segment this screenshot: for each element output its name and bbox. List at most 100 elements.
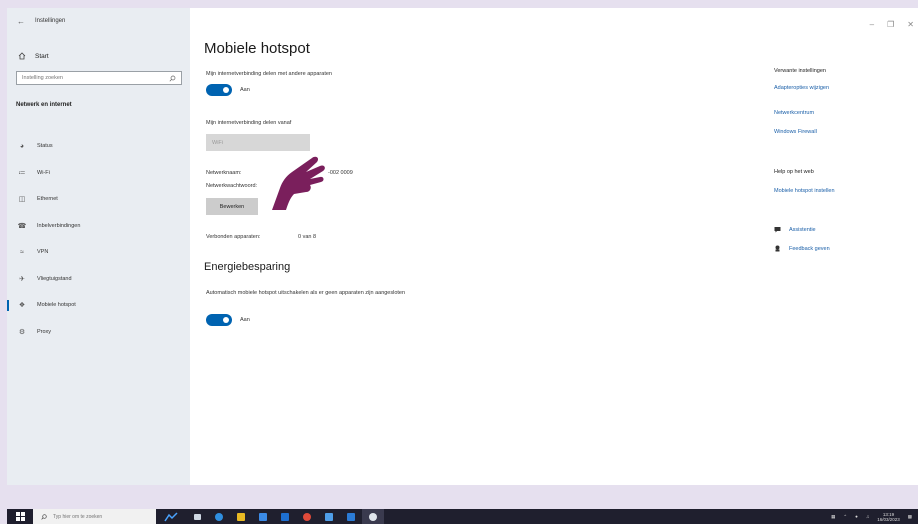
globe-icon: ◕ xyxy=(19,142,25,150)
sidebar-item-label: Status xyxy=(37,143,53,150)
ethernet-icon: ◫ xyxy=(18,196,26,204)
sidebar-item-label: Start xyxy=(35,52,49,60)
taskbar: ▦ ⌃ ● ♫ 13:19 16/03/2023 ▩ xyxy=(7,509,918,524)
feedback-icon xyxy=(775,245,780,252)
chat-icon xyxy=(774,227,781,233)
share-label: Mijn internetverbinding delen met andere… xyxy=(206,71,332,77)
sidebar-item-proxy[interactable]: ⚙ Proxy xyxy=(7,319,190,346)
mail-icon xyxy=(281,512,289,521)
toggle-switch[interactable] xyxy=(206,84,232,96)
sidebar-item-label: Vliegtuigstand xyxy=(37,275,72,282)
sidebar-item-ethernet[interactable]: ◫ Ethernet xyxy=(7,186,190,213)
taskbar-clock[interactable]: 13:19 16/03/2023 xyxy=(877,512,900,522)
edit-button[interactable]: Bewerken xyxy=(206,198,258,215)
sidebar-item-home[interactable]: Start xyxy=(18,52,49,60)
sidebar-item-wifi[interactable]: ≔ Wi-Fi xyxy=(7,160,190,187)
main-content: – ❐ ✕ Mobiele hotspot Mijn internetverbi… xyxy=(190,8,918,485)
taskbar-app-photos[interactable] xyxy=(340,509,362,524)
home-icon xyxy=(18,52,26,60)
link-setup-hotspot[interactable]: Mobiele hotspot instellen xyxy=(774,188,835,194)
page-title: Mobiele hotspot xyxy=(204,40,310,57)
settings-search-input[interactable] xyxy=(22,75,169,81)
cortana-button[interactable] xyxy=(156,509,186,524)
notifications-icon[interactable]: ▩ xyxy=(908,514,912,520)
toggle-switch[interactable] xyxy=(206,314,232,326)
sidebar-item-label: VPN xyxy=(37,249,49,256)
task-view-button[interactable] xyxy=(186,509,208,524)
sidebar-item-label: Proxy xyxy=(37,328,52,335)
airplane-icon: ✈ xyxy=(19,275,25,283)
sidebar: ← Instellingen Start Netwerk en internet… xyxy=(7,8,190,485)
clock-date: 16/03/2023 xyxy=(877,516,900,522)
sidebar-item-label: Mobiele hotspot xyxy=(37,302,76,309)
title-bar: ← Instellingen xyxy=(17,14,65,28)
maximize-icon[interactable]: ❐ xyxy=(887,20,894,29)
network-name-label: Netwerknaam: xyxy=(206,170,242,176)
connected-devices-label: Verbonden apparaten: xyxy=(206,234,261,240)
sidebar-section-title: Netwerk en internet xyxy=(16,102,72,108)
dialup-icon: ☎ xyxy=(17,222,27,230)
feedback-label: Feedback geven xyxy=(789,245,830,252)
tray-chevron-up-icon[interactable]: ⌃ xyxy=(843,514,847,520)
link-windows-firewall[interactable]: Windows Firewall xyxy=(774,129,817,135)
network-name-value: -002 0009 xyxy=(328,170,353,176)
task-view-icon xyxy=(193,513,201,520)
minimize-icon[interactable]: – xyxy=(870,20,874,29)
edge-icon xyxy=(215,512,223,521)
sidebar-nav: ◕ Status ≔ Wi-Fi ◫ Ethernet ☎ Inbelverbi… xyxy=(7,133,190,345)
energy-saving-toggle[interactable]: Aan xyxy=(206,314,250,326)
store-icon xyxy=(259,512,267,521)
search-icon xyxy=(41,513,47,520)
feedback-link[interactable]: Feedback geven xyxy=(774,245,830,252)
wifi-icon: ≔ xyxy=(18,169,26,177)
sidebar-item-status[interactable]: ◕ Status xyxy=(7,133,190,160)
network-icon xyxy=(325,512,333,521)
assistance-label: Assistentie xyxy=(789,226,816,233)
tray-network-icon[interactable]: ● xyxy=(855,514,858,519)
taskbar-app-store[interactable] xyxy=(252,509,274,524)
taskbar-apps xyxy=(186,509,384,524)
taskbar-app-edge[interactable] xyxy=(208,509,230,524)
start-button[interactable] xyxy=(7,509,33,524)
proxy-icon: ⚙ xyxy=(18,328,26,336)
sidebar-item-label: Wi-Fi xyxy=(37,169,50,176)
share-toggle[interactable]: Aan xyxy=(206,84,250,96)
vpn-icon: ≈ xyxy=(20,248,24,256)
system-tray: ▦ ⌃ ● ♫ 13:19 16/03/2023 ▩ xyxy=(831,509,912,524)
window-title: Instellingen xyxy=(35,18,66,24)
dropdown-value: WiFi xyxy=(212,139,223,146)
settings-search-box[interactable] xyxy=(16,71,182,85)
hotspot-icon: ❖ xyxy=(18,302,26,310)
close-icon[interactable]: ✕ xyxy=(907,20,914,29)
sidebar-item-dialup[interactable]: ☎ Inbelverbindingen xyxy=(7,213,190,240)
taskbar-app-network[interactable] xyxy=(318,509,340,524)
connected-devices-value: 0 van 8 xyxy=(298,234,317,240)
sidebar-item-mobile-hotspot[interactable]: ❖ Mobiele hotspot xyxy=(7,292,190,319)
energy-saving-description: Automatisch mobiele hotspot uitschakelen… xyxy=(206,290,406,296)
share-from-dropdown[interactable]: WiFi xyxy=(206,134,310,151)
toggle-state-label: Aan xyxy=(240,87,250,93)
taskbar-app-file-explorer[interactable] xyxy=(230,509,252,524)
taskbar-search-box[interactable] xyxy=(33,509,156,524)
sidebar-item-label: Ethernet xyxy=(37,196,58,203)
back-arrow-icon[interactable]: ← xyxy=(17,17,25,26)
sidebar-item-airplane[interactable]: ✈ Vliegtuigstand xyxy=(7,266,190,293)
tray-keyboard-icon[interactable]: ▦ xyxy=(831,514,835,520)
link-adapter-options[interactable]: Adapteropties wijzigen xyxy=(774,85,829,91)
taskbar-app-settings[interactable] xyxy=(362,509,384,524)
assistance-link[interactable]: Assistentie xyxy=(774,226,816,233)
tray-volume-icon[interactable]: ♫ xyxy=(866,514,869,519)
settings-gear-icon xyxy=(369,512,377,521)
folder-icon xyxy=(237,512,245,521)
link-network-center[interactable]: Netwerkcentrum xyxy=(774,110,814,116)
settings-window: ← Instellingen Start Netwerk en internet… xyxy=(7,8,918,485)
windows-logo-icon xyxy=(15,512,25,521)
taskbar-app-chrome[interactable] xyxy=(296,509,318,524)
sidebar-item-vpn[interactable]: ≈ VPN xyxy=(7,239,190,266)
taskbar-search-input[interactable] xyxy=(53,513,133,520)
chrome-icon xyxy=(303,512,311,521)
search-icon[interactable] xyxy=(169,75,176,82)
taskbar-app-mail[interactable] xyxy=(274,509,296,524)
toggle-state-label: Aan xyxy=(240,317,250,323)
energy-saving-heading: Energiebesparing xyxy=(204,261,291,273)
